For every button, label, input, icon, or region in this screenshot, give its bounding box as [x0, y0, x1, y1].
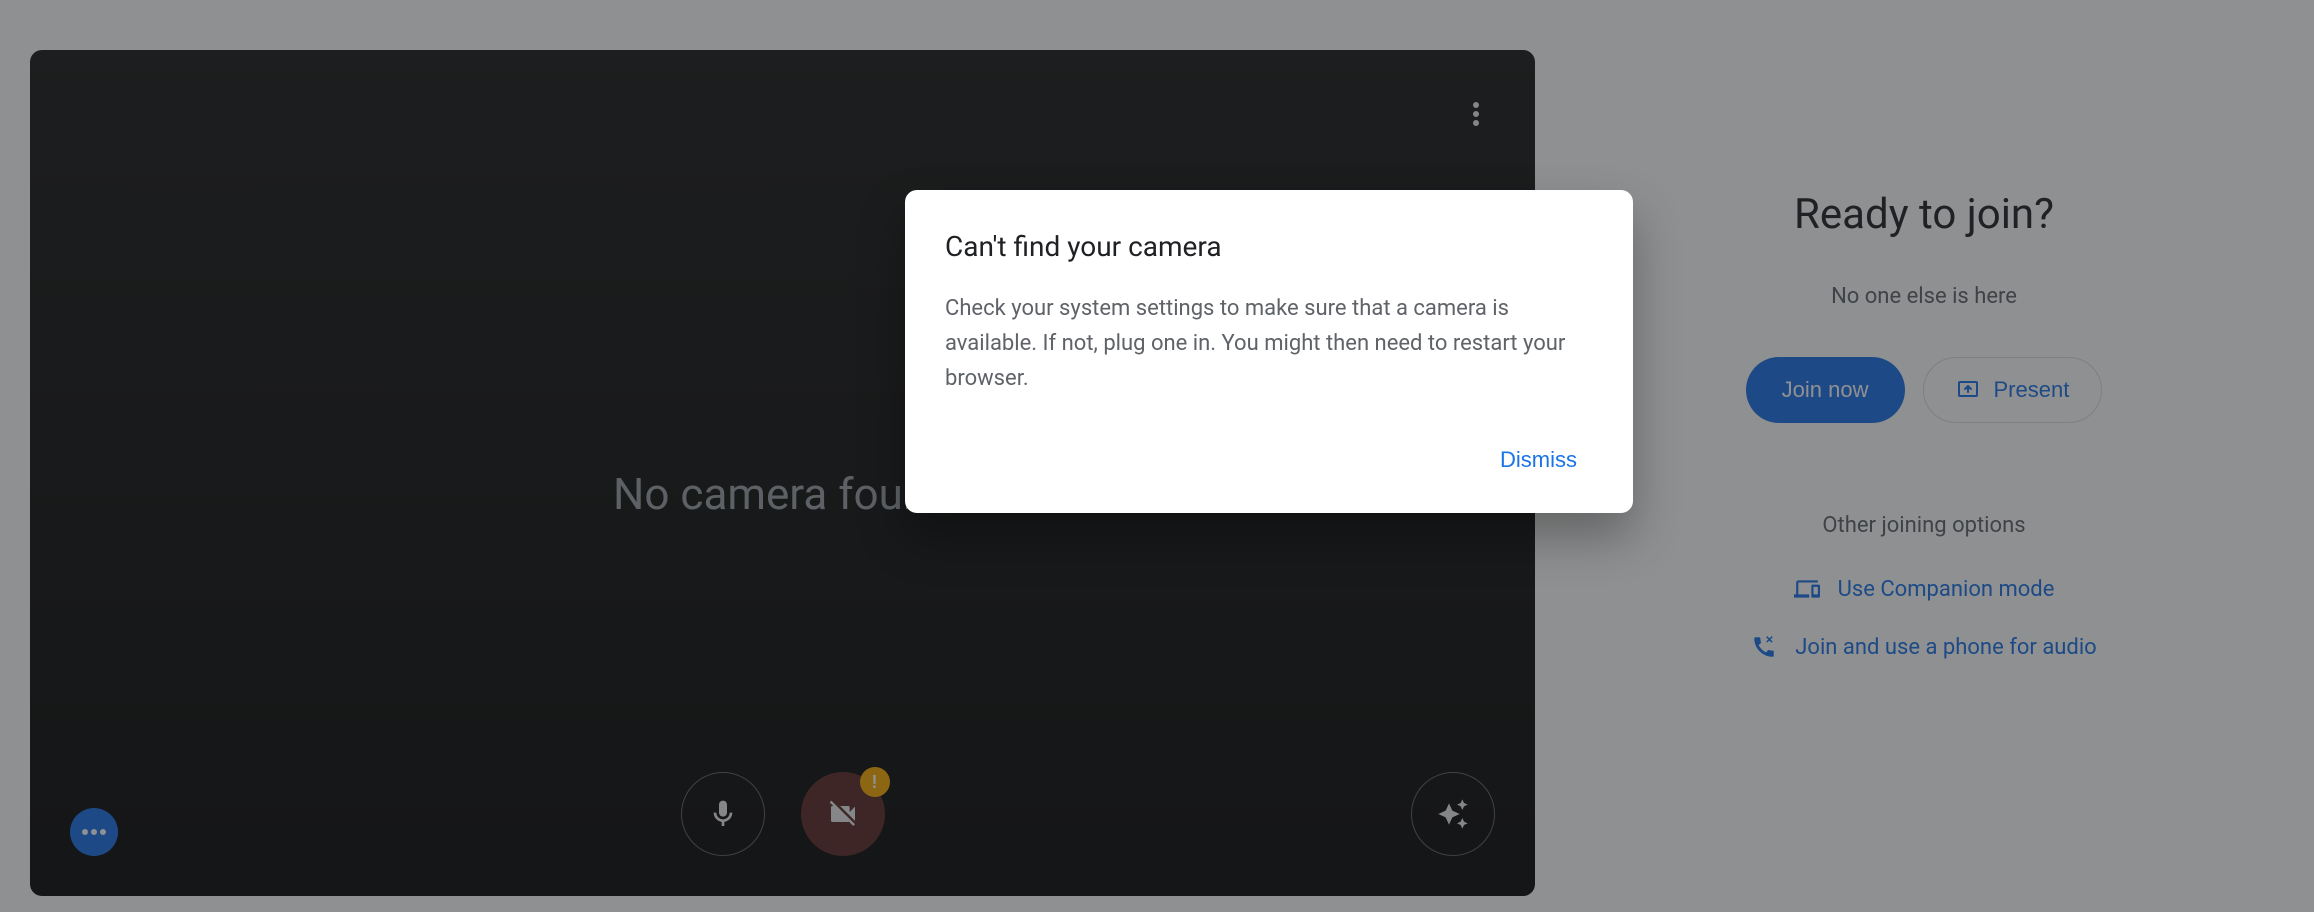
camera-error-dialog: Can't find your camera Check your system…: [905, 190, 1633, 513]
dialog-actions: Dismiss: [945, 437, 1593, 483]
dismiss-button[interactable]: Dismiss: [1484, 437, 1593, 483]
dialog-title: Can't find your camera: [945, 230, 1593, 263]
dialog-body: Check your system settings to make sure …: [945, 291, 1593, 397]
